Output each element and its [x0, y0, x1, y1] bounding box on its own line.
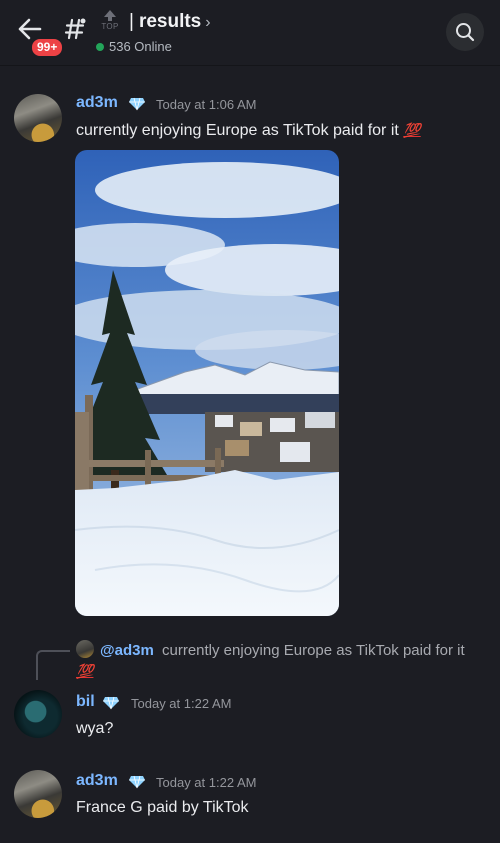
snowy-mountain-photo: [75, 150, 339, 616]
reply-preview-text[interactable]: currently enjoying Europe as TikTok paid…: [162, 642, 465, 659]
unread-badge: 99+: [30, 37, 65, 58]
chevron-right-icon: ›: [205, 14, 211, 31]
avatar[interactable]: [14, 770, 62, 818]
channel-header: 99+ TOP | results › 536 Online: [0, 0, 500, 66]
reply-username[interactable]: @ad3m: [100, 642, 154, 659]
top-arrow-icon: TOP: [99, 10, 121, 36]
hundred-points-emoji: 💯: [403, 122, 421, 138]
avatar[interactable]: [14, 94, 62, 142]
online-dot-icon: [96, 42, 104, 51]
message-content: currently enjoying Europe as TikTok paid…: [76, 122, 399, 139]
diamond-icon: [103, 696, 119, 710]
online-text: 536 Online: [109, 39, 172, 54]
hash-icon: [64, 17, 88, 43]
search-button[interactable]: [446, 13, 484, 51]
diamond-icon: [129, 775, 145, 789]
channel-title[interactable]: | results ›: [129, 11, 211, 33]
reply-avatar: [76, 640, 94, 658]
diamond-icon: [129, 97, 145, 111]
username[interactable]: ad3m: [76, 772, 118, 790]
channel-name: results: [138, 11, 202, 32]
timestamp: Today at 1:22 AM: [131, 696, 232, 711]
username[interactable]: bil: [76, 693, 95, 711]
username[interactable]: ad3m: [76, 94, 118, 112]
avatar[interactable]: [14, 690, 62, 738]
timestamp: Today at 1:22 AM: [156, 775, 257, 790]
message-text: France G paid by TikTok: [76, 799, 249, 816]
hundred-points-emoji: 💯: [76, 663, 94, 679]
message-text: currently enjoying Europe as TikTok paid…: [76, 122, 421, 140]
message-text: wya?: [76, 720, 114, 737]
top-label: TOP: [101, 22, 119, 31]
reply-connector: [36, 650, 70, 680]
online-count: 536 Online: [96, 39, 172, 54]
search-icon: [456, 23, 475, 42]
timestamp: Today at 1:06 AM: [156, 97, 257, 112]
attached-photo[interactable]: [75, 150, 339, 616]
